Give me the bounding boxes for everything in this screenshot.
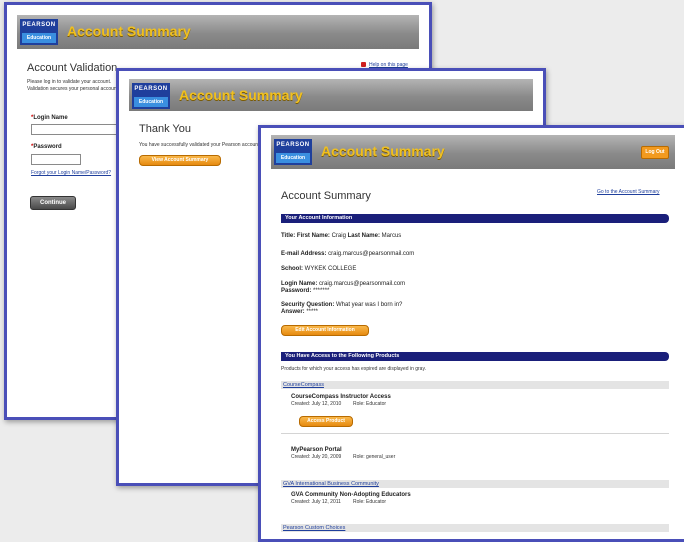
- header-title: Account Summary: [321, 143, 445, 159]
- header-bar: PEARSON Education Account Summary: [17, 15, 419, 49]
- page-title: Thank You: [139, 123, 191, 135]
- product-role: Role: Educator: [353, 401, 387, 407]
- top-link[interactable]: Go to the Account Summary: [597, 189, 660, 195]
- help-icon[interactable]: [361, 62, 366, 67]
- pearson-logo: PEARSON Education: [20, 19, 58, 45]
- view-account-summary-button[interactable]: View Account Summary: [139, 155, 221, 166]
- section-coursecompass[interactable]: CourseCompass: [281, 381, 669, 389]
- logout-button[interactable]: Log Out: [641, 146, 669, 159]
- header-title: Account Summary: [179, 87, 303, 103]
- product-title: MyPearson Portal: [291, 447, 342, 453]
- logo-education: Education: [134, 97, 168, 107]
- page-title: Account Summary: [281, 190, 371, 202]
- header-bar: PEARSON Education Account Summary Log Ou…: [271, 135, 675, 169]
- product-created: Created: July 12, 2011: [291, 499, 341, 505]
- products-note: Products for which your access has expir…: [281, 366, 426, 372]
- section-pearson-custom[interactable]: Pearson Custom Choices: [281, 524, 669, 532]
- edit-account-button[interactable]: Edit Account Information: [281, 325, 369, 336]
- product-title: CourseCompass Instructor Access: [291, 394, 391, 400]
- answer-row: Answer: *****: [281, 309, 319, 315]
- logo-education: Education: [22, 33, 56, 43]
- product-title: GVA Community Non-Adopting Educators: [291, 492, 411, 498]
- product-created: Created: July 12, 2010: [291, 401, 342, 407]
- password-label: *Password: [31, 144, 62, 150]
- logo-wordmark: PEARSON: [134, 86, 168, 92]
- account-summary-window: PEARSON Education Account Summary Log Ou…: [258, 125, 684, 542]
- logo-education: Education: [276, 153, 310, 163]
- password-row: Password: *******: [281, 288, 330, 294]
- success-message: You have successfully validated your Pea…: [139, 142, 261, 148]
- header-title: Account Summary: [67, 23, 191, 39]
- pearson-logo: PEARSON Education: [274, 139, 312, 165]
- access-product-button[interactable]: Access Product: [299, 416, 353, 427]
- login-name-label: *Login Name: [31, 115, 68, 121]
- product-role: Role: general_user: [353, 454, 396, 460]
- pearson-logo: PEARSON Education: [132, 83, 170, 109]
- header-bar: PEARSON Education Account Summary: [129, 79, 533, 111]
- logo-wordmark: PEARSON: [276, 142, 310, 148]
- school-row: School: WYKEK COLLEGE: [281, 266, 357, 272]
- password-input[interactable]: [31, 154, 81, 165]
- email-row: E-mail Address: craig.marcus@pearsonmail…: [281, 251, 415, 257]
- row-separator: [281, 433, 669, 434]
- logo-wordmark: PEARSON: [22, 22, 56, 28]
- continue-button[interactable]: Continue: [30, 196, 76, 210]
- products-bar: You Have Access to the Following Product…: [281, 352, 669, 361]
- section-gva-community[interactable]: GVA International Business Community: [281, 480, 669, 488]
- name-row: Title: First Name: Craig Last Name: Marc…: [281, 233, 402, 239]
- account-info-bar: Your Account Information: [281, 214, 669, 223]
- intro-line-1: Please log in to validate your account.: [27, 79, 112, 85]
- login-name-input[interactable]: [31, 124, 128, 135]
- product-created: Created: July 20, 2009: [291, 454, 342, 460]
- page-title: Account Validation: [27, 62, 118, 74]
- forgot-password-link[interactable]: Forgot your Login Name/Password?: [31, 170, 111, 176]
- product-role: Role: Educator: [353, 499, 387, 505]
